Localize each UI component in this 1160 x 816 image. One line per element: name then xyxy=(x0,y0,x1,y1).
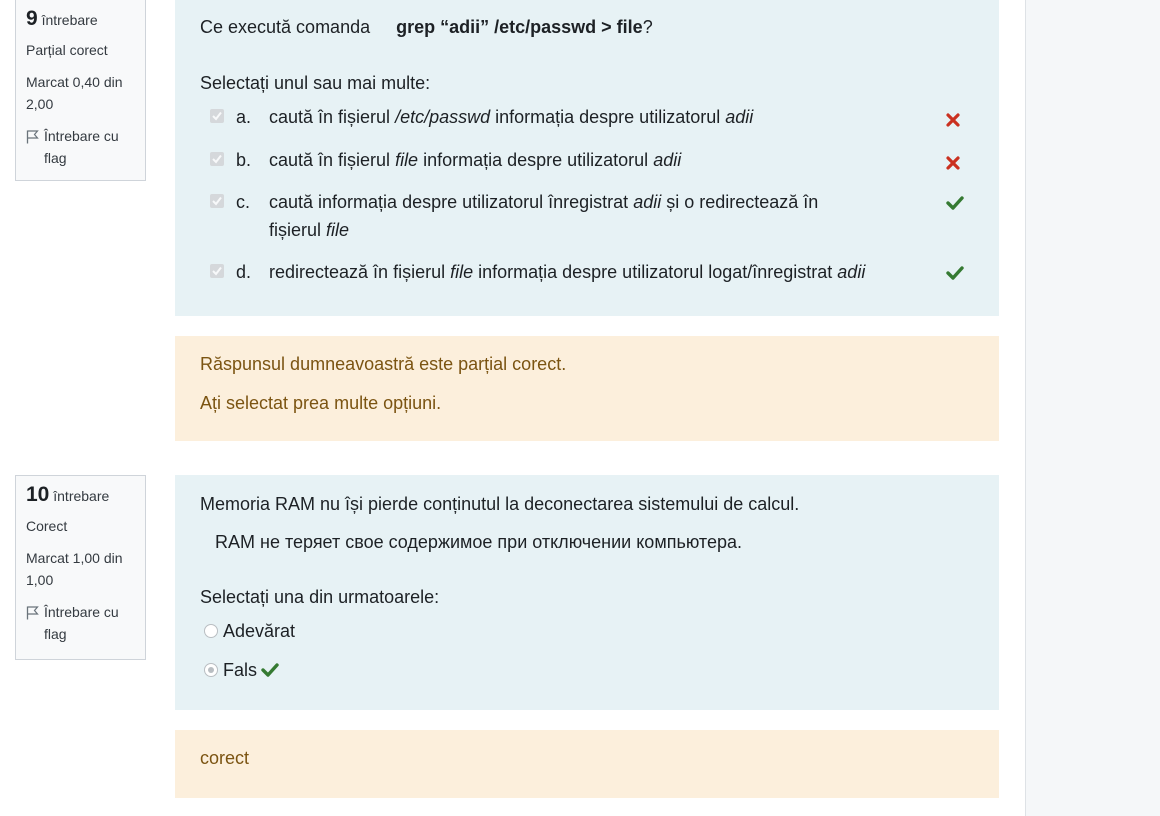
answer-text-emph: /etc/passwd xyxy=(395,107,491,127)
question-state: Corect xyxy=(26,518,68,534)
question-9-feedback: Răspunsul dumneavoastră este parțial cor… xyxy=(175,336,999,441)
answer-text-part: caută informația despre utilizatorul înr… xyxy=(269,192,634,212)
flag-question-link[interactable]: Întrebare cu flag xyxy=(26,125,135,169)
answer-prompt: Selectați una din urmatoarele: xyxy=(200,587,440,607)
answer-text-emph: file xyxy=(395,150,419,170)
answer-letter: a. xyxy=(236,107,252,127)
question-text-prefix: Ce execută comanda xyxy=(200,17,371,37)
question-word: întrebare xyxy=(53,488,110,504)
feedback-line: Răspunsul dumneavoastră este parțial cor… xyxy=(200,354,567,374)
flag-icon xyxy=(26,130,39,144)
cross-icon xyxy=(946,113,960,127)
answer-text: redirectează în fișierul file informația… xyxy=(269,258,949,286)
incorrect-mark xyxy=(946,150,960,178)
answer-checkbox[interactable] xyxy=(210,264,224,278)
answer-option-adevarat[interactable]: Adevărat xyxy=(204,619,295,643)
answer-text-part: caută în fișierul xyxy=(269,107,396,127)
answer-text-emph: adii xyxy=(633,192,662,212)
question-grade: Marcat 1,00 din 1,00 xyxy=(26,550,123,588)
question-command: grep “adii” /etc/passwd > file xyxy=(396,17,643,37)
answer-text: caută informația despre utilizatorul înr… xyxy=(269,188,869,244)
incorrect-mark xyxy=(946,107,960,135)
check-icon xyxy=(946,266,964,280)
checkbox-checked-icon xyxy=(212,111,222,121)
checkbox-checked-icon xyxy=(212,266,222,276)
answer-label: Adevărat xyxy=(223,621,296,641)
question-10-feedback: corect xyxy=(175,730,999,798)
question-9-number-line: 9 întrebare xyxy=(26,6,135,33)
answer-text-part: informația despre utilizatorul logat/înr… xyxy=(473,262,838,282)
answer-text-emph: adii xyxy=(725,107,754,127)
check-icon xyxy=(261,663,279,677)
answer-letter: c. xyxy=(236,192,251,212)
answer-text-part: informația despre utilizatorul xyxy=(418,150,654,170)
answer-text-part: informația despre utilizatorul xyxy=(490,107,726,127)
question-9-info: 9 întrebare Parțial corect Marcat 0,40 d… xyxy=(15,0,146,181)
checkbox-checked-icon xyxy=(212,196,222,206)
flag-label: Întrebare cu flag xyxy=(44,604,119,642)
answer-radio[interactable] xyxy=(204,624,218,638)
correct-mark xyxy=(946,260,964,288)
question-number: 10 xyxy=(26,483,50,506)
question-number: 9 xyxy=(26,7,38,30)
feedback-line: corect xyxy=(200,748,250,768)
answer-text-emph: file xyxy=(326,220,350,240)
answer-checkbox[interactable] xyxy=(210,194,224,208)
question-10-formulation: Memoria RAM nu își pierde conținutul la … xyxy=(175,475,999,710)
answer-text-emph: file xyxy=(450,262,474,282)
question-10-info: 10 întrebare Corect Marcat 1,00 din 1,00… xyxy=(15,475,146,660)
question-9-text: Ce execută comanda grep “adii” /etc/passw… xyxy=(200,17,653,38)
flag-icon xyxy=(26,606,39,620)
feedback-line: Ați selectat prea multe opțiuni. xyxy=(200,393,442,413)
answer-text: caută în fișierul /etc/passwd informația… xyxy=(269,103,889,131)
answer-prompt: Selectați unul sau mai multe: xyxy=(200,73,431,93)
question-10-text-ro: Memoria RAM nu își pierde conținutul la … xyxy=(200,494,800,514)
question-state: Parțial corect xyxy=(26,42,108,58)
question-10-text-ru: RAM не теряет свое содержимое при отключ… xyxy=(215,532,743,552)
answer-text: caută în fișierul file informația despre… xyxy=(269,146,889,174)
answer-radio[interactable] xyxy=(204,663,218,677)
check-icon xyxy=(946,196,964,210)
question-10-number-line: 10 întrebare xyxy=(26,482,135,509)
checkbox-checked-icon xyxy=(212,154,222,164)
cross-icon xyxy=(946,156,960,170)
question-grade: Marcat 0,40 din 2,00 xyxy=(26,74,123,112)
question-9-formulation: Ce execută comanda grep “adii” /etc/passw… xyxy=(175,0,999,316)
right-side-panel xyxy=(1025,0,1160,816)
question-text-suffix: ? xyxy=(642,17,653,37)
correct-mark xyxy=(946,190,964,218)
answer-text-emph: adii xyxy=(837,262,866,282)
answer-text-part: redirectează în fișierul xyxy=(269,262,451,282)
answer-checkbox[interactable] xyxy=(210,109,224,123)
answer-letter: d. xyxy=(236,262,252,282)
answer-text-emph: adii xyxy=(653,150,682,170)
answer-text-part: caută în fișierul xyxy=(269,150,396,170)
question-word: întrebare xyxy=(41,12,98,28)
answer-label: Fals xyxy=(223,660,258,680)
answer-checkbox[interactable] xyxy=(210,152,224,166)
answer-letter: b. xyxy=(236,150,252,170)
answer-option-fals[interactable]: Fals xyxy=(204,658,279,682)
flag-question-link[interactable]: Întrebare cu flag xyxy=(26,601,135,645)
flag-label: Întrebare cu flag xyxy=(44,128,119,166)
